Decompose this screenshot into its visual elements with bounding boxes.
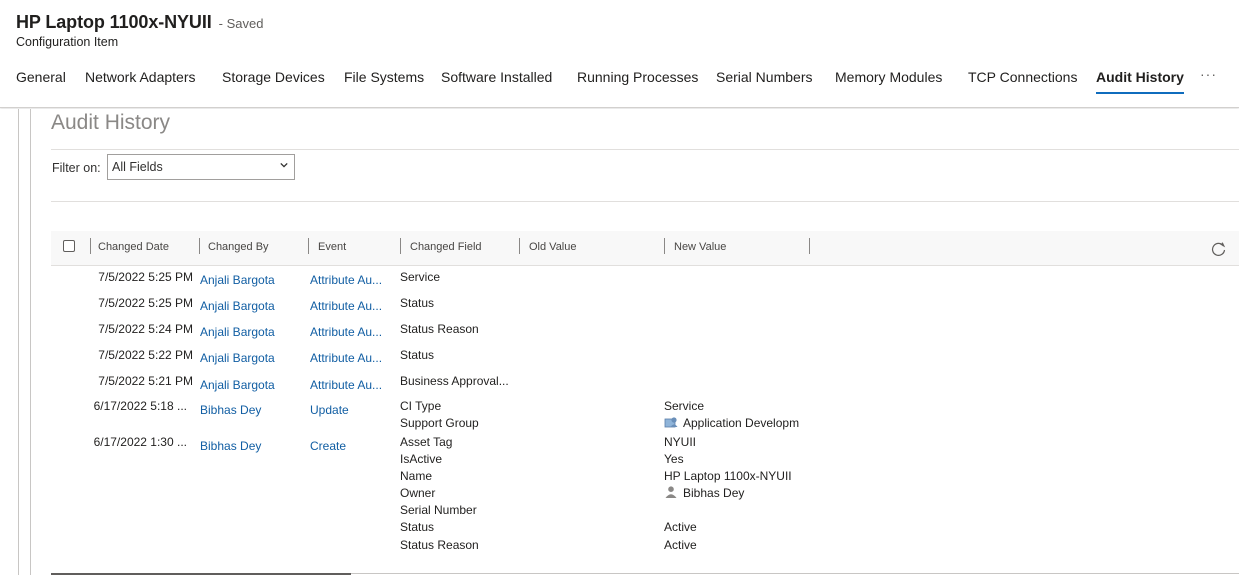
changed-date-cell: 7/5/2022 5:21 PM bbox=[98, 374, 193, 388]
filter-label: Filter on: bbox=[52, 161, 101, 175]
event-link[interactable]: Attribute Au... bbox=[310, 351, 382, 365]
column-header-new-value[interactable]: New Value bbox=[674, 241, 726, 253]
changed-by-link[interactable]: Anjali Bargota bbox=[200, 273, 275, 287]
changed-field-cell: Support Group bbox=[400, 416, 479, 430]
new-value-cell: Active bbox=[664, 520, 697, 534]
chevron-down-icon bbox=[280, 162, 288, 168]
save-status: - Saved bbox=[218, 16, 264, 31]
divider bbox=[51, 201, 1239, 202]
tab-file-systems[interactable]: File Systems bbox=[344, 66, 424, 94]
column-separator bbox=[400, 238, 401, 254]
changed-date-cell: 6/17/2022 1:30 ... bbox=[93, 435, 187, 449]
changed-by-link[interactable]: Anjali Bargota bbox=[200, 351, 275, 365]
changed-by-link[interactable]: Bibhas Dey bbox=[200, 403, 261, 417]
changed-field-cell: Service bbox=[400, 270, 441, 284]
table-row[interactable]: 6/17/2022 1:30 ... Bibhas Dey Create Ass… bbox=[51, 434, 1211, 574]
column-separator bbox=[90, 238, 91, 254]
changed-field-cell: IsActive bbox=[400, 452, 443, 466]
new-value-cell: Yes bbox=[664, 452, 684, 466]
table-row[interactable]: 7/5/2022 5:24 PM Anjali Bargota Attribut… bbox=[51, 320, 1211, 346]
event-link[interactable]: Update bbox=[310, 403, 349, 417]
table-row[interactable]: 7/5/2022 5:22 PM Anjali Bargota Attribut… bbox=[51, 346, 1211, 372]
event-link[interactable]: Create bbox=[310, 439, 346, 453]
event-link[interactable]: Attribute Au... bbox=[310, 325, 382, 339]
column-header-changed-field[interactable]: Changed Field bbox=[410, 241, 482, 253]
tab-running-processes[interactable]: Running Processes bbox=[577, 66, 698, 94]
new-value-cell: HP Laptop 1100x-NYUII bbox=[664, 469, 792, 483]
more-tabs-button[interactable]: ··· bbox=[1200, 66, 1217, 82]
title-row: HP Laptop 1100x-NYUII - Saved bbox=[16, 12, 263, 33]
refresh-icon[interactable] bbox=[1211, 241, 1227, 257]
column-separator bbox=[519, 238, 520, 254]
column-separator bbox=[199, 238, 200, 254]
table-row[interactable]: 7/5/2022 5:25 PM Anjali Bargota Attribut… bbox=[51, 268, 1211, 294]
select-all-checkbox[interactable] bbox=[63, 240, 75, 252]
new-value-cell: Service bbox=[664, 399, 705, 413]
section-title: Audit History bbox=[51, 111, 171, 134]
changed-field-cell: Status bbox=[400, 296, 435, 310]
table-row[interactable]: 7/5/2022 5:21 PM Anjali Bargota Attribut… bbox=[51, 372, 1211, 398]
changed-field-cell: Status bbox=[400, 520, 435, 534]
changed-field-cell: Status Reason bbox=[400, 322, 479, 336]
changed-date-cell: 7/5/2022 5:25 PM bbox=[98, 296, 193, 310]
changed-field-cell: Business Approval... bbox=[400, 374, 509, 388]
entity-type-label: Configuration Item bbox=[16, 35, 119, 49]
form-header: HP Laptop 1100x-NYUII - Saved Configurat… bbox=[0, 0, 1239, 108]
record-title: HP Laptop 1100x-NYUII bbox=[16, 12, 212, 32]
tab-list: General Network Adapters Storage Devices… bbox=[0, 66, 1239, 96]
changed-field-cell: Status Reason bbox=[400, 538, 479, 552]
filter-select[interactable]: All Fields bbox=[107, 154, 295, 180]
new-value-cell: Application Developm bbox=[664, 416, 799, 430]
divider bbox=[30, 109, 31, 575]
tab-memory-modules[interactable]: Memory Modules bbox=[835, 66, 942, 94]
changed-by-link[interactable]: Bibhas Dey bbox=[200, 439, 261, 453]
changed-date-cell: 7/5/2022 5:22 PM bbox=[98, 348, 193, 362]
tab-storage-devices[interactable]: Storage Devices bbox=[222, 66, 325, 94]
content-area: Audit History Filter on: All Fields Chan… bbox=[0, 109, 1239, 575]
divider bbox=[351, 573, 1239, 574]
tab-network-adapters[interactable]: Network Adapters bbox=[85, 66, 196, 94]
changed-date-cell: 7/5/2022 5:25 PM bbox=[98, 270, 193, 284]
changed-date-cell: 6/17/2022 5:18 ... bbox=[93, 399, 187, 413]
changed-field-cell: Status bbox=[400, 348, 435, 362]
changed-date-cell: 7/5/2022 5:24 PM bbox=[98, 322, 193, 336]
table-row[interactable]: 6/17/2022 5:18 ... Bibhas Dey Update CI … bbox=[51, 398, 1211, 434]
changed-field-cell: CI Type bbox=[400, 399, 442, 413]
tab-software-installed[interactable]: Software Installed bbox=[441, 66, 552, 94]
event-link[interactable]: Attribute Au... bbox=[310, 273, 382, 287]
changed-field-cell: Name bbox=[400, 469, 433, 483]
changed-by-link[interactable]: Anjali Bargota bbox=[200, 378, 275, 392]
new-value-text: Application Developm bbox=[683, 416, 800, 430]
changed-field-cell: Owner bbox=[400, 486, 436, 500]
grid-header: Changed Date Changed By Event Changed Fi… bbox=[51, 231, 1239, 266]
column-separator bbox=[809, 238, 810, 254]
column-separator bbox=[308, 238, 309, 254]
column-header-changed-by[interactable]: Changed By bbox=[208, 241, 269, 253]
user-icon bbox=[665, 486, 677, 498]
new-value-cell: Active bbox=[664, 538, 697, 552]
filter-select-value: All Fields bbox=[112, 160, 163, 174]
changed-field-cell: Asset Tag bbox=[400, 435, 453, 449]
divider bbox=[18, 109, 19, 575]
column-header-old-value[interactable]: Old Value bbox=[529, 241, 577, 253]
changed-by-link[interactable]: Anjali Bargota bbox=[200, 299, 275, 313]
new-value-cell: NYUII bbox=[664, 435, 697, 449]
column-header-changed-date[interactable]: Changed Date bbox=[98, 241, 169, 253]
tab-general[interactable]: General bbox=[16, 66, 66, 94]
new-value-cell: Bibhas Dey bbox=[664, 486, 744, 500]
tab-tcp-connections[interactable]: TCP Connections bbox=[968, 66, 1077, 94]
column-separator bbox=[664, 238, 665, 254]
table-row[interactable]: 7/5/2022 5:25 PM Anjali Bargota Attribut… bbox=[51, 294, 1211, 320]
new-value-text: Bibhas Dey bbox=[683, 486, 745, 500]
tab-serial-numbers[interactable]: Serial Numbers bbox=[716, 66, 812, 94]
team-icon bbox=[664, 417, 678, 428]
changed-field-cell: Serial Number bbox=[400, 503, 477, 517]
event-link[interactable]: Attribute Au... bbox=[310, 299, 382, 313]
event-link[interactable]: Attribute Au... bbox=[310, 378, 382, 392]
divider bbox=[51, 149, 1239, 150]
tab-audit-history[interactable]: Audit History bbox=[1096, 66, 1184, 94]
changed-by-link[interactable]: Anjali Bargota bbox=[200, 325, 275, 339]
column-header-event[interactable]: Event bbox=[318, 241, 346, 253]
